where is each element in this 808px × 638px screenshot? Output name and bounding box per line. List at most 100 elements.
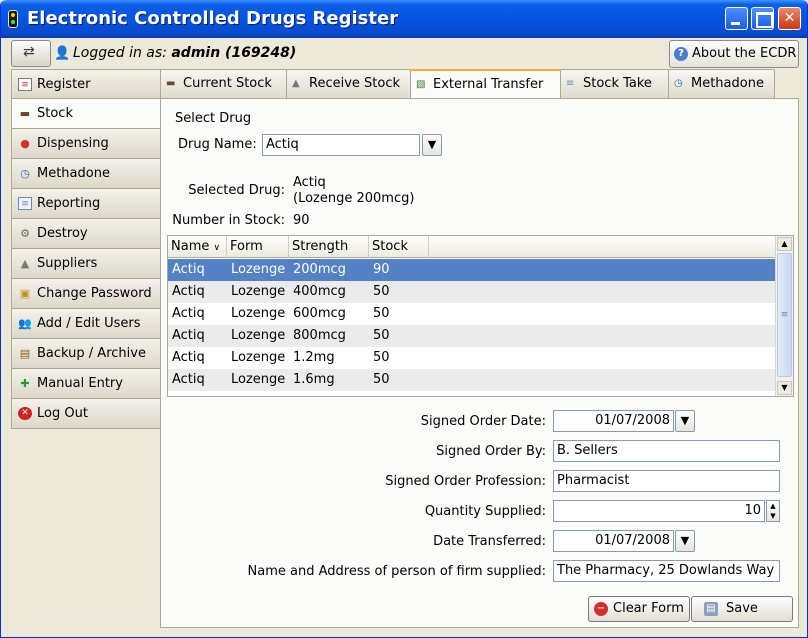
sidebar-item-destroy[interactable]: ⚙ Destroy <box>11 219 161 249</box>
table-cell: 50 <box>373 284 390 299</box>
table-cell: 50 <box>373 328 390 343</box>
logged-in-status: Logged in as: admin (169248) <box>73 45 296 61</box>
logout-icon: ✕ <box>18 407 32 420</box>
logged-in-label: Logged in as: <box>73 45 167 61</box>
app-icon <box>8 10 18 28</box>
scroll-up-arrow[interactable]: ▲ <box>777 237 792 251</box>
sidebar-item-label: Log Out <box>37 406 88 421</box>
table-row[interactable]: Actiq Lozenge 1.6mg 50 <box>168 369 775 391</box>
sidebar-item-label: Suppliers <box>37 256 98 271</box>
save-label: Save <box>726 601 758 616</box>
table-row[interactable]: Actiq Lozenge 1.2mg 50 <box>168 347 775 369</box>
table-cell: Actiq <box>172 284 205 299</box>
tab-methadone[interactable]: ◷ Methadone <box>668 69 775 99</box>
minimize-button[interactable] <box>725 7 748 30</box>
chevron-down-icon: ▼ <box>680 414 690 427</box>
supplied-to-field[interactable]: The Pharmacy, 25 Dowlands Way <box>553 560 780 582</box>
quantity-supplied-stepper[interactable]: 10 <box>553 500 765 522</box>
signed-order-date-field[interactable]: 01/07/2008 <box>553 410 674 432</box>
title-bar: Electronic Controlled Drugs Register ✕ <box>1 0 807 38</box>
sidebar-item-backup-archive[interactable]: ▤ Backup / Archive <box>11 339 161 369</box>
table-row[interactable]: Actiq Lozenge 200mcg 90 <box>168 259 775 281</box>
switch-user-icon: ⇄ <box>23 44 35 60</box>
table-scrollbar[interactable]: ▲ ≡ ▼ <box>775 236 793 396</box>
signed-order-date-dropdown[interactable]: ▼ <box>675 410 695 432</box>
table-row[interactable]: Actiq Lozenge 800mcg 50 <box>168 325 775 347</box>
table-cell: Actiq <box>172 306 205 321</box>
tab-label: External Transfer <box>433 77 544 92</box>
table-cell: 600mcg <box>293 306 346 321</box>
switch-user-button[interactable]: ⇄ <box>11 40 51 67</box>
table-cell: 400mcg <box>293 284 346 299</box>
signed-order-by-field[interactable]: B. Sellers <box>553 440 780 462</box>
maximize-button[interactable] <box>751 7 774 30</box>
sidebar-item-label: Methadone <box>37 166 110 181</box>
sidebar-item-label: Manual Entry <box>37 376 123 391</box>
scroll-thumb[interactable]: ≡ <box>777 253 792 377</box>
date-transferred-dropdown[interactable]: ▼ <box>675 530 695 552</box>
report-icon: ≡ <box>18 197 32 210</box>
table-cell: Lozenge <box>231 328 286 343</box>
destroy-icon: ⚙ <box>20 227 30 240</box>
sidebar-item-label: Dispensing <box>37 136 109 151</box>
app-window: Electronic Controlled Drugs Register ✕ ⇄… <box>0 0 808 638</box>
table-cell: 800mcg <box>293 328 346 343</box>
sidebar: ≡ Register ▬ Stock ● Dispensing ◷ Methadone … <box>11 69 161 429</box>
table-cell: 50 <box>373 372 390 387</box>
sidebar-item-dispensing[interactable]: ● Dispensing <box>11 129 161 159</box>
table-cell: Lozenge <box>231 284 286 299</box>
sidebar-item-label: Reporting <box>37 196 101 211</box>
drug-name-dropdown-button[interactable]: ▼ <box>422 134 442 156</box>
sidebar-item-label: Backup / Archive <box>37 346 146 361</box>
column-header-name[interactable]: Name ∨ <box>168 236 227 258</box>
table-cell: Actiq <box>172 328 205 343</box>
sidebar-item-label: Register <box>37 77 91 92</box>
column-header-strength[interactable]: Strength <box>289 236 369 258</box>
sidebar-item-methadone[interactable]: ◷ Methadone <box>11 159 161 189</box>
sidebar-item-stock[interactable]: ▬ Stock <box>11 99 161 129</box>
table-cell: 50 <box>373 350 390 365</box>
scroll-down-arrow[interactable]: ▼ <box>777 381 792 395</box>
external-transfer-panel: Select Drug Drug Name: Actiq ▼ Selected … <box>160 98 799 628</box>
signed-order-by-label: Signed Order By: <box>436 444 546 459</box>
table-row[interactable]: Actiq Lozenge 600mcg 50 <box>168 303 775 325</box>
truck-icon: ▬ <box>19 107 31 120</box>
chevron-down-icon: ▼ <box>770 512 776 520</box>
tab-receive-stock[interactable]: ▲ Receive Stock <box>286 69 411 99</box>
sidebar-item-change-password[interactable]: ▣ Change Password <box>11 279 161 309</box>
sidebar-item-manual-entry[interactable]: ✚ Manual Entry <box>11 369 161 399</box>
signed-order-profession-field[interactable]: Pharmacist <box>553 470 780 492</box>
help-icon: ? <box>674 47 688 61</box>
tab-label: Stock Take <box>583 76 652 91</box>
user-icon: 👤 <box>54 46 71 61</box>
drug-name-input[interactable]: Actiq <box>262 134 420 156</box>
about-button[interactable]: ? About the ECDR <box>669 40 799 68</box>
sidebar-item-label: Change Password <box>37 286 152 301</box>
table-row[interactable]: Actiq Lozenge 400mcg 50 <box>168 281 775 303</box>
sidebar-item-label: Stock <box>37 106 73 121</box>
column-header-stock[interactable]: Stock <box>369 236 429 258</box>
sidebar-item-reporting[interactable]: ≡ Reporting <box>11 189 161 219</box>
sidebar-item-register[interactable]: ≡ Register <box>11 69 161 99</box>
column-header-form[interactable]: Form <box>227 236 289 258</box>
tab-current-stock[interactable]: ▬ Current Stock <box>160 69 287 99</box>
save-button[interactable]: ▤ Save <box>691 596 793 622</box>
clock-icon: ◷ <box>20 167 30 180</box>
tab-stock-take[interactable]: ≡ Stock Take <box>560 69 669 99</box>
tab-external-transfer[interactable]: ▧ External Transfer <box>410 69 561 100</box>
chevron-down-icon: ▼ <box>680 534 690 547</box>
chevron-down-icon: ▼ <box>427 138 437 151</box>
clear-form-button[interactable]: − Clear Form <box>588 596 690 622</box>
sidebar-item-suppliers[interactable]: ▲ Suppliers <box>11 249 161 279</box>
receive-icon: ▲ <box>292 78 300 89</box>
sidebar-item-log-out[interactable]: ✕ Log Out <box>11 399 161 429</box>
sidebar-item-add-edit-users[interactable]: 👥 Add / Edit Users <box>11 309 161 339</box>
table-cell: Lozenge <box>231 262 286 277</box>
table-cell: 50 <box>373 306 390 321</box>
table-cell: Actiq <box>172 262 205 277</box>
clock-icon: ◷ <box>674 78 683 89</box>
table-cell: Actiq <box>172 372 205 387</box>
quantity-spinner[interactable]: ▲ ▼ <box>766 500 780 522</box>
date-transferred-field[interactable]: 01/07/2008 <box>553 530 674 552</box>
close-button[interactable]: ✕ <box>778 7 801 30</box>
